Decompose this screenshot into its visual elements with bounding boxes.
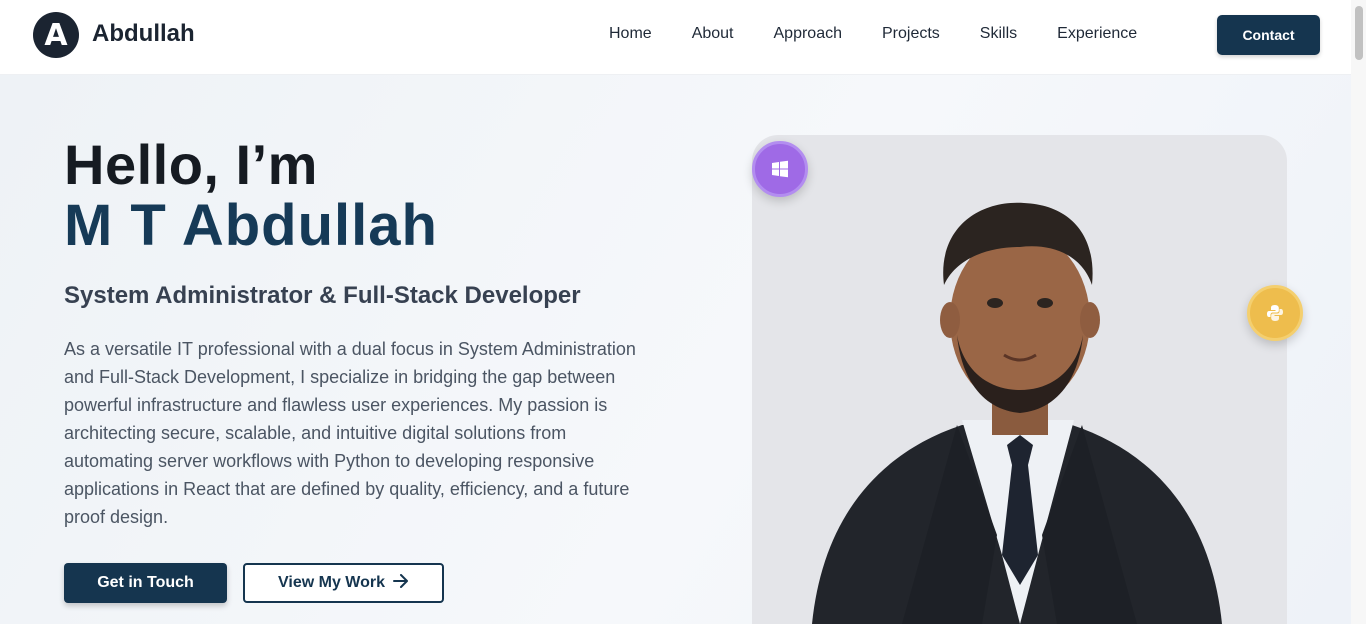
view-my-work-label: View My Work (278, 574, 385, 591)
scrollbar[interactable] (1351, 0, 1366, 624)
contact-button[interactable]: Contact (1217, 15, 1320, 55)
portrait-illustration (812, 202, 1222, 624)
hero-bio: As a versatile IT professional with a du… (64, 339, 636, 527)
hero-greeting: Hello, I’m (64, 133, 318, 196)
view-my-work-button[interactable]: View My Work (243, 563, 444, 603)
hero-name: M T Abdullah (64, 193, 438, 258)
nav-item-skills[interactable]: Skills (980, 24, 1017, 44)
get-in-touch-button[interactable]: Get in Touch (64, 563, 227, 603)
navbar: A Abdullah Home About Approach Projects … (0, 0, 1351, 75)
nav-item-experience[interactable]: Experience (1057, 24, 1137, 44)
nav-item-approach[interactable]: Approach (774, 24, 843, 44)
nav-item-projects[interactable]: Projects (882, 24, 940, 44)
scrollbar-thumb[interactable] (1355, 6, 1363, 60)
brand-name[interactable]: Abdullah (92, 20, 195, 48)
windows-icon (752, 141, 808, 197)
hero-role: System Administrator & Full-Stack Develo… (64, 282, 581, 309)
arrow-right-icon (393, 573, 409, 593)
nav-item-home[interactable]: Home (609, 24, 652, 44)
python-icon (1247, 285, 1303, 341)
profile-photo (752, 135, 1287, 624)
nav-links: Home About Approach Projects Skills Expe… (609, 24, 1137, 44)
logo-icon[interactable]: A (33, 12, 79, 58)
nav-item-about[interactable]: About (692, 24, 734, 44)
